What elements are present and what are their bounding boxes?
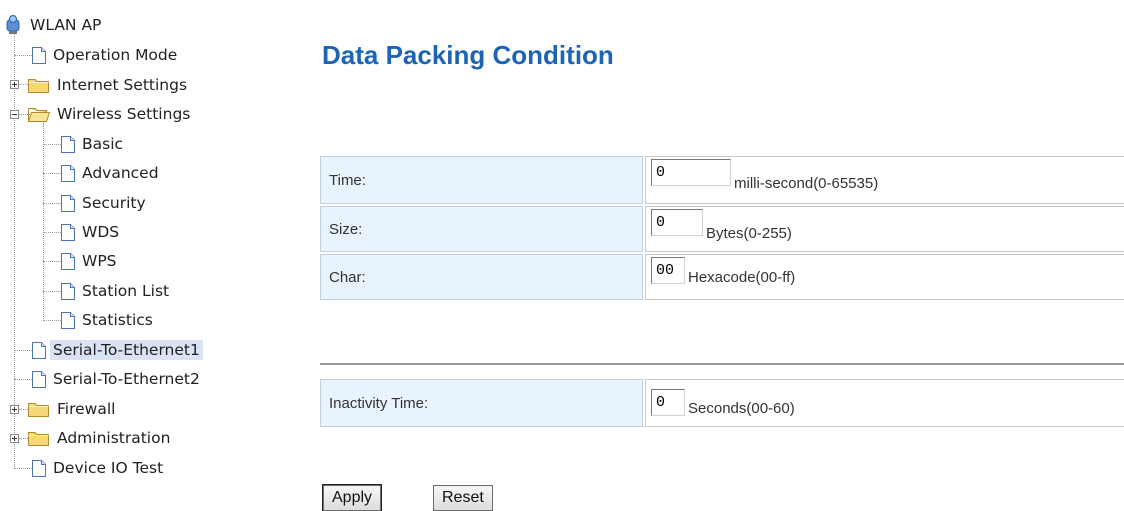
tree-root-wlan-ap[interactable]: WLAN AP	[5, 14, 104, 36]
tree-item-label: Security	[82, 194, 146, 212]
expand-toggle-internet-settings[interactable]	[10, 80, 19, 89]
tree-item-label: WPS	[82, 252, 117, 270]
time-label: Time:	[320, 156, 643, 204]
tree-root-label: WLAN AP	[30, 16, 102, 34]
tree-item-internet-settings[interactable]: Internet Settings	[28, 74, 190, 96]
open-folder-icon	[28, 106, 50, 122]
apply-button[interactable]: Apply	[321, 484, 383, 511]
char-input[interactable]	[651, 257, 685, 284]
tree-connector	[43, 261, 61, 262]
size-label: Size:	[320, 206, 643, 252]
inactivity-time-unit: Seconds(00-60)	[688, 400, 795, 417]
page-icon	[61, 223, 75, 241]
tree-item-wireless-settings[interactable]: Wireless Settings	[28, 103, 193, 125]
tree-item-label: Statistics	[82, 311, 153, 329]
section-separator	[320, 363, 1124, 365]
tree-item-label: Serial-To-Ethernet1	[50, 340, 203, 360]
tree-connector	[43, 203, 61, 204]
page-icon	[61, 252, 75, 270]
tree-item-label: WDS	[82, 223, 120, 241]
expand-toggle-firewall[interactable]	[10, 405, 19, 414]
tree-connector	[14, 55, 32, 56]
tree-item-label: Advanced	[82, 164, 159, 182]
page-icon	[32, 370, 46, 388]
time-row: Time: milli-second(0-65535)	[320, 156, 1124, 204]
inactivity-time-label: Inactivity Time:	[320, 379, 643, 427]
tree-item-label: Administration	[57, 429, 171, 447]
tree-item-advanced[interactable]: Advanced	[61, 162, 162, 184]
char-unit: Hexacode(00-ff)	[688, 269, 796, 286]
tree-item-basic[interactable]: Basic	[61, 133, 126, 155]
tree-connector	[43, 232, 61, 233]
tree-item-security[interactable]: Security	[61, 192, 149, 214]
char-value-cell: Hexacode(00-ff)	[645, 254, 1124, 300]
tree-item-statistics[interactable]: Statistics	[61, 309, 156, 331]
time-unit: milli-second(0-65535)	[734, 175, 879, 192]
page-icon	[61, 282, 75, 300]
time-value-cell: milli-second(0-65535)	[645, 156, 1124, 204]
size-value-cell: Bytes(0-255)	[645, 206, 1124, 252]
tree-connector	[14, 22, 15, 469]
tree-item-operation-mode[interactable]: Operation Mode	[32, 44, 180, 66]
tree-item-label: Wireless Settings	[57, 105, 191, 123]
tree-item-device-io-test[interactable]: Device IO Test	[32, 457, 166, 479]
tree-connector	[43, 320, 61, 321]
access-point-icon	[5, 15, 23, 35]
tree-connector	[43, 144, 61, 145]
collapse-toggle-wireless-settings[interactable]	[10, 110, 19, 119]
page-icon	[61, 194, 75, 212]
tree-item-wds[interactable]: WDS	[61, 221, 122, 243]
page-icon	[61, 311, 75, 329]
tree-item-label: Operation Mode	[53, 46, 178, 64]
tree-connector	[43, 173, 61, 174]
tree-connector	[14, 468, 32, 469]
time-input[interactable]	[651, 159, 731, 186]
inactivity-time-input[interactable]	[651, 389, 685, 416]
size-unit: Bytes(0-255)	[706, 225, 792, 242]
folder-icon	[28, 430, 50, 446]
folder-icon	[28, 401, 50, 417]
tree-item-label: Serial-To-Ethernet2	[53, 370, 200, 388]
char-label: Char:	[320, 254, 643, 300]
inactivity-value-cell: Seconds(00-60)	[645, 379, 1124, 427]
tree-item-label: Basic	[82, 135, 124, 153]
tree-item-label: Firewall	[57, 400, 116, 418]
tree-item-administration[interactable]: Administration	[28, 427, 173, 449]
tree-item-firewall[interactable]: Firewall	[28, 398, 118, 420]
tree-connector	[43, 291, 61, 292]
size-row: Size: Bytes(0-255)	[320, 206, 1124, 252]
expand-toggle-administration[interactable]	[10, 434, 19, 443]
navigation-tree: WLAN AP Operation Mode Internet Settings…	[0, 0, 300, 509]
size-input[interactable]	[651, 209, 703, 236]
tree-item-wps[interactable]: WPS	[61, 250, 120, 272]
tree-item-serial-to-ethernet2[interactable]: Serial-To-Ethernet2	[32, 368, 203, 390]
page-icon	[61, 164, 75, 182]
page-icon	[61, 135, 75, 153]
tree-item-station-list[interactable]: Station List	[61, 280, 172, 302]
tree-item-label: Station List	[82, 282, 170, 300]
tree-item-serial-to-ethernet1[interactable]: Serial-To-Ethernet1	[32, 339, 203, 361]
char-row: Char: Hexacode(00-ff)	[320, 254, 1124, 300]
page-title: Data Packing Condition	[322, 40, 614, 70]
page-icon	[32, 341, 46, 359]
reset-button[interactable]: Reset	[433, 485, 493, 511]
folder-icon	[28, 77, 50, 93]
page-icon	[32, 46, 46, 64]
tree-item-label: Device IO Test	[53, 459, 164, 477]
tree-connector	[14, 379, 32, 380]
page-icon	[32, 459, 46, 477]
tree-connector	[14, 350, 32, 351]
inactivity-row: Inactivity Time: Seconds(00-60)	[320, 379, 1124, 427]
tree-item-label: Internet Settings	[57, 76, 188, 94]
